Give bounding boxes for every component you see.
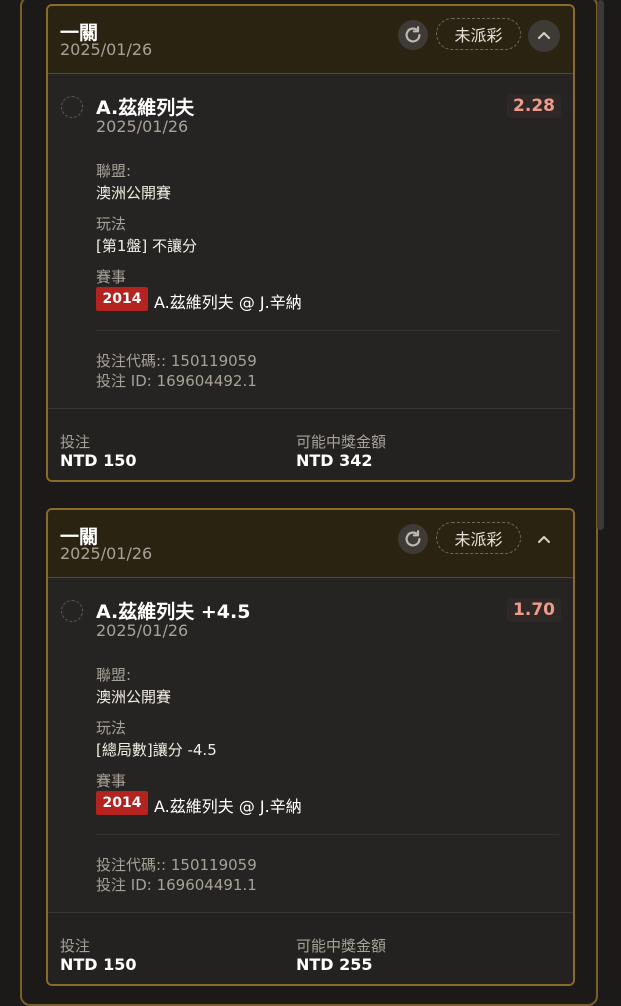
event-label: 賽事 [96,268,127,286]
status-badge: 未派彩 [436,522,521,554]
ticket-footer: 投注 NTD 150 可能中獎金額 NTD 255 [48,912,573,984]
bet-history-panel: 一關 2025/01/26 未派彩 A.茲維列夫 2025/01/26 2.28… [0,0,621,1006]
market-value: [第1盤] 不讓分 [96,237,198,255]
status-badge: 未派彩 [436,18,521,50]
bet-id: 投注 ID: 169604492.1 [96,372,257,390]
stake-label: 投注 [60,433,91,451]
stake-value: NTD 150 [60,955,137,974]
chevron-up-icon [538,536,550,543]
refresh-button[interactable] [398,20,428,50]
ticket-header[interactable]: 一關 2025/01/26 未派彩 [48,6,573,74]
chevron-up-icon [538,32,550,39]
selection-name: A.茲維列夫 [96,97,195,119]
bet-code: 投注代碼:: 150119059 [96,856,257,874]
bet-ticket: 一關 2025/01/26 未派彩 A.茲維列夫 +4.5 2025/01/26… [46,508,575,986]
payout-value: NTD 255 [296,955,373,974]
selection-date: 2025/01/26 [96,621,189,640]
league-value: 澳洲公開賽 [96,688,172,706]
event-year-badge: 2014 [96,791,148,815]
league-label: 聯盟: [96,162,132,180]
league-value: 澳洲公開賽 [96,184,172,202]
divider [96,834,559,835]
event-label: 賽事 [96,772,127,790]
collapse-button[interactable] [528,524,560,556]
refresh-icon [405,530,421,547]
selection-radio[interactable] [61,96,83,118]
selection-radio[interactable] [61,600,83,622]
refresh-icon [405,26,421,43]
scrollbar[interactable] [597,0,604,530]
selection-body: A.茲維列夫 2025/01/26 2.28 聯盟: 澳洲公開賽 玩法 [第1盤… [48,74,573,407]
market-label: 玩法 [96,215,127,233]
ticket-header[interactable]: 一關 2025/01/26 未派彩 [48,510,573,578]
divider [96,330,559,331]
payout-label: 可能中獎金額 [296,433,387,451]
bet-id: 投注 ID: 169604491.1 [96,876,257,894]
event-year-badge: 2014 [96,287,148,311]
ticket-date: 2025/01/26 [60,40,153,59]
selection-date: 2025/01/26 [96,117,189,136]
collapse-button[interactable] [528,20,560,52]
payout-value: NTD 342 [296,451,373,470]
event-name: A.茲維列夫 @ J.辛納 [154,293,302,312]
refresh-button[interactable] [398,524,428,554]
ticket-date: 2025/01/26 [60,544,153,563]
stake-label: 投注 [60,937,91,955]
stake-value: NTD 150 [60,451,137,470]
payout-label: 可能中獎金額 [296,937,387,955]
bet-ticket: 一關 2025/01/26 未派彩 A.茲維列夫 2025/01/26 2.28… [46,4,575,482]
odds-value: 1.70 [507,598,561,622]
selection-name: A.茲維列夫 +4.5 [96,601,251,623]
market-label: 玩法 [96,719,127,737]
selection-body: A.茲維列夫 +4.5 2025/01/26 1.70 聯盟: 澳洲公開賽 玩法… [48,578,573,911]
event-name: A.茲維列夫 @ J.辛納 [154,797,302,816]
league-label: 聯盟: [96,666,132,684]
bet-code: 投注代碼:: 150119059 [96,352,257,370]
ticket-footer: 投注 NTD 150 可能中獎金額 NTD 342 [48,408,573,480]
odds-value: 2.28 [507,94,561,118]
market-value: [總局數]讓分 -4.5 [96,741,217,759]
